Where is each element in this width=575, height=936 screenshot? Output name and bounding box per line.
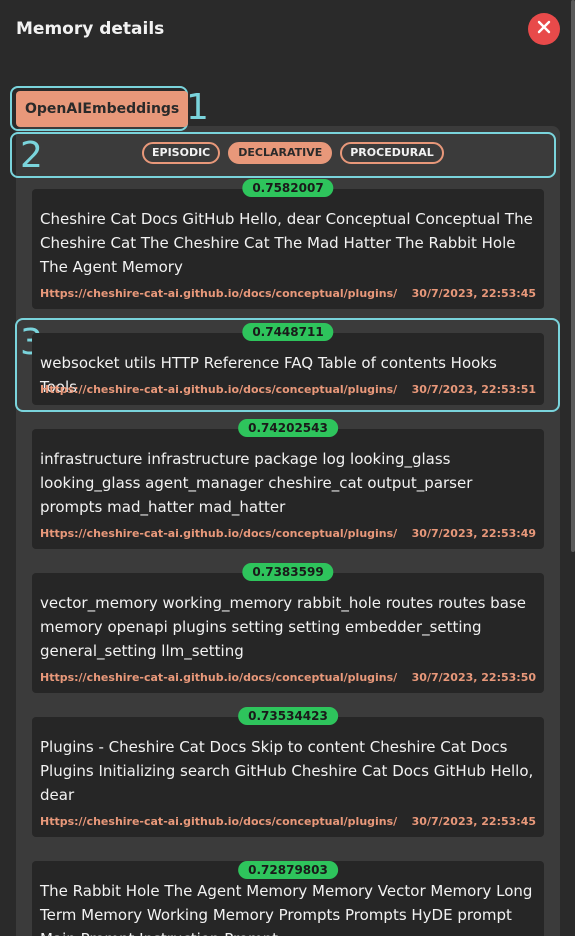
similarity-score-badge: 0.7582007	[242, 179, 334, 197]
filter-chip-episodic[interactable]: EPISODIC	[142, 142, 221, 164]
similarity-score-badge: 0.72879803	[238, 861, 338, 879]
memory-text: Cheshire Cat Docs GitHub Hello, dear Con…	[40, 210, 533, 276]
memory-card[interactable]: 0.73534423 Plugins - Cheshire Cat Docs S…	[32, 707, 544, 837]
memory-source-link[interactable]: Https://cheshire-cat-ai.github.io/docs/c…	[40, 671, 397, 684]
filter-chip-procedural[interactable]: PROCEDURAL	[340, 142, 444, 164]
memory-card[interactable]: 0.74202543 infrastructure infrastructure…	[32, 419, 544, 549]
memory-source-link[interactable]: Https://cheshire-cat-ai.github.io/docs/c…	[40, 815, 397, 828]
memory-text: The Rabbit Hole The Agent Memory Memory …	[40, 882, 533, 936]
similarity-score-badge: 0.73534423	[238, 707, 338, 725]
similarity-score-badge: 0.7448711	[242, 323, 334, 341]
filter-chip-declarative[interactable]: DECLARATIVE	[228, 142, 333, 164]
collection-filters: EPISODIC DECLARATIVE PROCEDURAL	[142, 142, 444, 164]
annotation-label: 2	[20, 135, 43, 176]
memory-card[interactable]: 0.7582007 Cheshire Cat Docs GitHub Hello…	[32, 179, 544, 309]
embedder-button[interactable]: OpenAIEmbeddings	[16, 91, 189, 127]
memory-timestamp: 30/7/2023, 22:53:50	[411, 671, 536, 684]
scrollbar[interactable]	[571, 0, 575, 552]
memory-timestamp: 30/7/2023, 22:53:45	[411, 815, 536, 828]
memory-timestamp: 30/7/2023, 22:53:51	[411, 383, 536, 396]
close-button[interactable]	[528, 13, 560, 45]
memory-card[interactable]: 0.72879803 The Rabbit Hole The Agent Mem…	[32, 861, 544, 936]
memory-card[interactable]: 0.7383599 vector_memory working_memory r…	[32, 563, 544, 693]
page-title: Memory details	[16, 19, 165, 39]
memory-timestamp: 30/7/2023, 22:53:49	[411, 527, 536, 540]
memory-text: vector_memory working_memory rabbit_hole…	[40, 594, 526, 660]
memory-source-link[interactable]: Https://cheshire-cat-ai.github.io/docs/c…	[40, 287, 397, 300]
memory-text: Plugins - Cheshire Cat Docs Skip to cont…	[40, 738, 534, 804]
close-icon	[536, 19, 552, 39]
similarity-score-badge: 0.74202543	[238, 419, 338, 437]
memory-source-link[interactable]: Https://cheshire-cat-ai.github.io/docs/c…	[40, 527, 397, 540]
memory-text: infrastructure infrastructure package lo…	[40, 450, 473, 516]
memory-timestamp: 30/7/2023, 22:53:45	[411, 287, 536, 300]
annotation-label: 1	[186, 87, 209, 128]
memory-source-link[interactable]: Https://cheshire-cat-ai.github.io/docs/c…	[40, 383, 397, 396]
similarity-score-badge: 0.7383599	[242, 563, 334, 581]
memory-card[interactable]: 0.7448711 websocket utils HTTP Reference…	[32, 323, 544, 405]
